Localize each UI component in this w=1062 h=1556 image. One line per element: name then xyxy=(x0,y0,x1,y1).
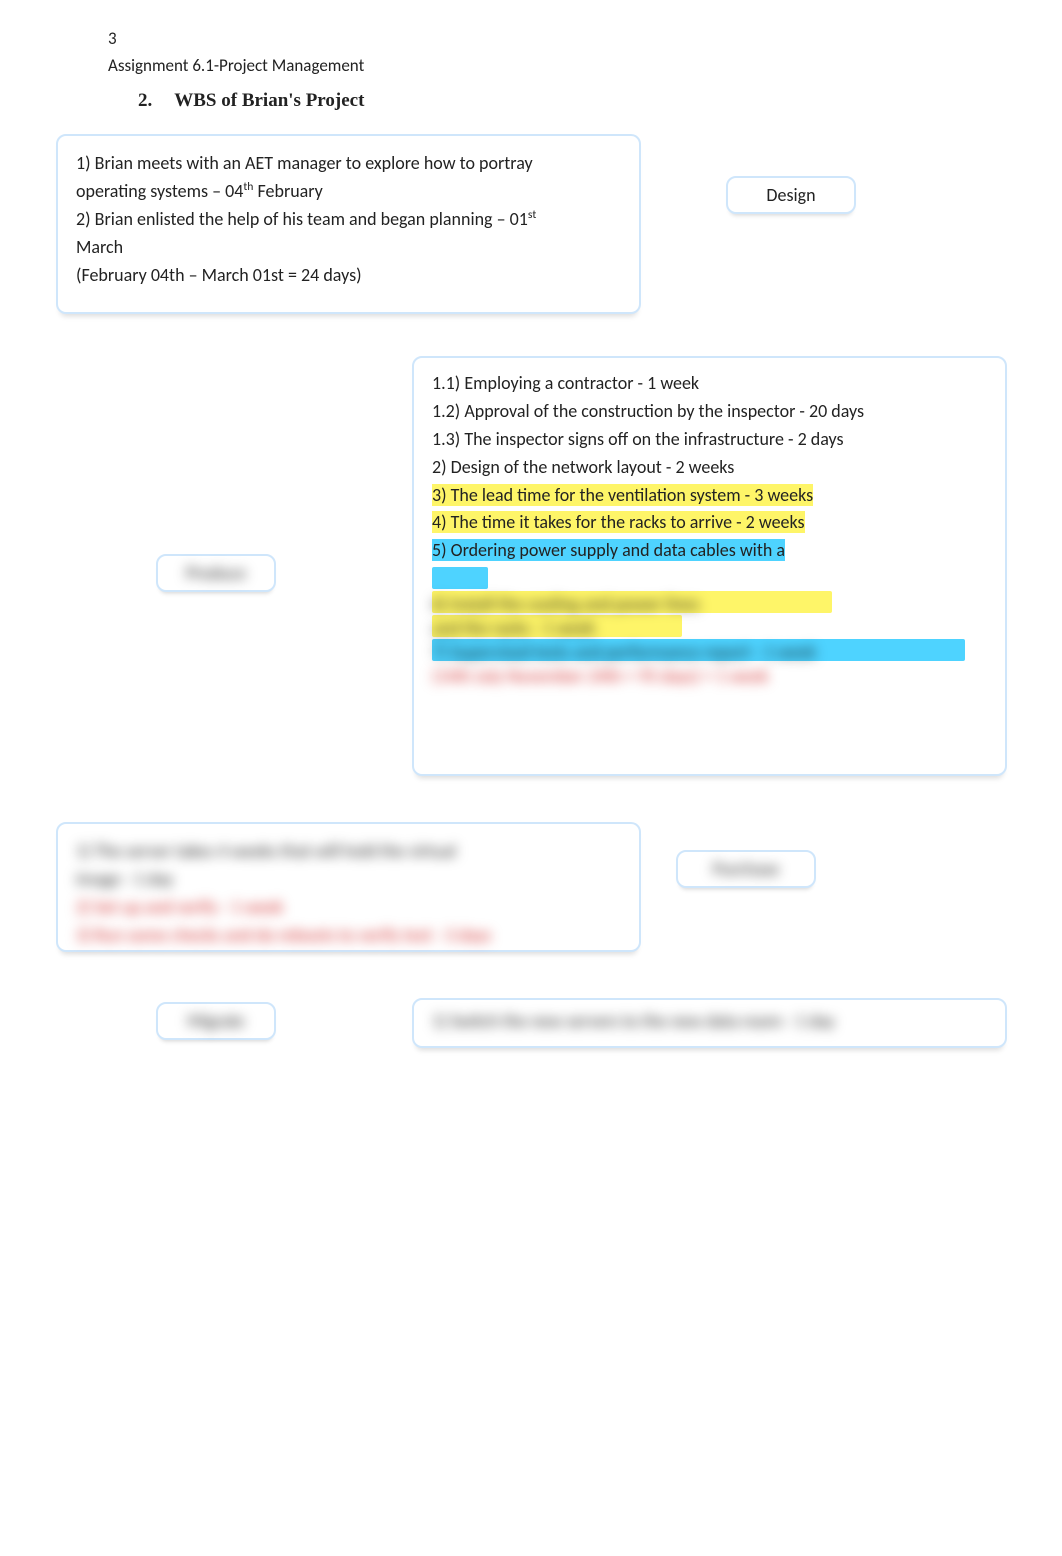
block2-red-line: (14th July November 24th = 95 days) = 1 … xyxy=(432,663,987,685)
section-title: WBS of Brian's Project xyxy=(174,90,364,112)
block1-line3: 2) Brian enlisted the help of his team a… xyxy=(76,206,621,234)
page: 3 Assignment 6.1-Project Management 2. W… xyxy=(0,0,1062,1454)
section-number: 2. xyxy=(138,90,152,112)
block4-line1: 1) Switch the new servers to the new dat… xyxy=(432,1008,987,1036)
block-design-details: 1) Brian meets with an AET manager to ex… xyxy=(56,134,641,314)
block2-line1: 1.1) Employing a contractor - 1 week xyxy=(432,370,987,398)
block3-line1: 1) The server takes 4 weeks that will ho… xyxy=(76,838,621,866)
block2-blur-line2: and the racks - 1 week xyxy=(432,617,595,639)
block2-line3: 1.3) The inspector signs off on the infr… xyxy=(432,426,987,454)
block2-line6: 4) The time it takes for the racks to ar… xyxy=(432,509,987,537)
block2-stripe-cyan-1 xyxy=(432,567,488,589)
block1-line2-sup: th xyxy=(243,180,253,194)
block2-blur-line4: (14th July November 24th = 95 days) = 1 … xyxy=(432,665,768,687)
block2-stripe-cyan-2: 7) Supervised tests and performance repo… xyxy=(432,639,965,661)
page-number: 3 xyxy=(108,28,1006,49)
block1-line4: March xyxy=(76,234,621,262)
block2-stripe-yellow-1: 6) Install the cooling and power lines xyxy=(432,591,832,613)
tag-migrate: Migrate xyxy=(156,1002,276,1040)
block-purchase-details: 1) The server takes 4 weeks that will ho… xyxy=(56,822,641,952)
block2-line7-text: 5) Ordering power supply and data cables… xyxy=(432,539,785,561)
block2-blurred-area: 6) Install the cooling and power lines a… xyxy=(432,567,987,685)
block2-line6-text: 4) The time it takes for the racks to ar… xyxy=(432,511,805,533)
block-migrate-details: 1) Switch the new servers to the new dat… xyxy=(412,998,1007,1048)
block1-line2: operating systems – 04th February xyxy=(76,178,621,206)
block2-line5: 3) The lead time for the ventilation sys… xyxy=(432,482,987,510)
block1-line1: 1) Brian meets with an AET manager to ex… xyxy=(76,150,621,178)
tag-purchase-label: Purchase xyxy=(713,858,779,880)
tag-design: Design xyxy=(726,176,856,214)
block3-line3: 2) Set up and verify - 1 week xyxy=(76,894,621,922)
block2-line2: 1.2) Approval of the construction by the… xyxy=(432,398,987,426)
block3-line4: 3) Run some checks and do reboots to ver… xyxy=(76,922,621,950)
block1-line3-pre: 2) Brian enlisted the help of his team a… xyxy=(76,208,528,230)
block2-stripe-yellow-2: and the racks - 1 week xyxy=(432,615,682,637)
block1-line2-pre: operating systems – 04 xyxy=(76,180,243,202)
block2-line7: 5) Ordering power supply and data cables… xyxy=(432,537,987,565)
section-heading: 2. WBS of Brian's Project xyxy=(138,90,1006,112)
block2-blur-line1: 6) Install the cooling and power lines xyxy=(432,593,700,615)
block1-line3-sup: st xyxy=(528,208,536,222)
block1-line2-post: February xyxy=(253,180,322,202)
assignment-header: Assignment 6.1-Project Management xyxy=(108,55,1006,76)
block-produce-details: 1.1) Employing a contractor - 1 week 1.2… xyxy=(412,356,1007,776)
block2-blur-line3: 7) Supervised tests and performance repo… xyxy=(432,641,816,663)
tag-purchase: Purchase xyxy=(676,850,816,888)
block1-line5: (February 04th – March 01st = 24 days) xyxy=(76,262,621,290)
tag-migrate-label: Migrate xyxy=(187,1010,244,1032)
tag-produce: Produce xyxy=(156,554,276,592)
block3-line2: image - 1 day xyxy=(76,866,621,894)
tag-produce-label: Produce xyxy=(186,562,246,584)
block2-line4: 2) Design of the network layout - 2 week… xyxy=(432,454,987,482)
block2-line5-text: 3) The lead time for the ventilation sys… xyxy=(432,484,813,506)
wbs-diagram: 1) Brian meets with an AET manager to ex… xyxy=(56,134,1006,1394)
